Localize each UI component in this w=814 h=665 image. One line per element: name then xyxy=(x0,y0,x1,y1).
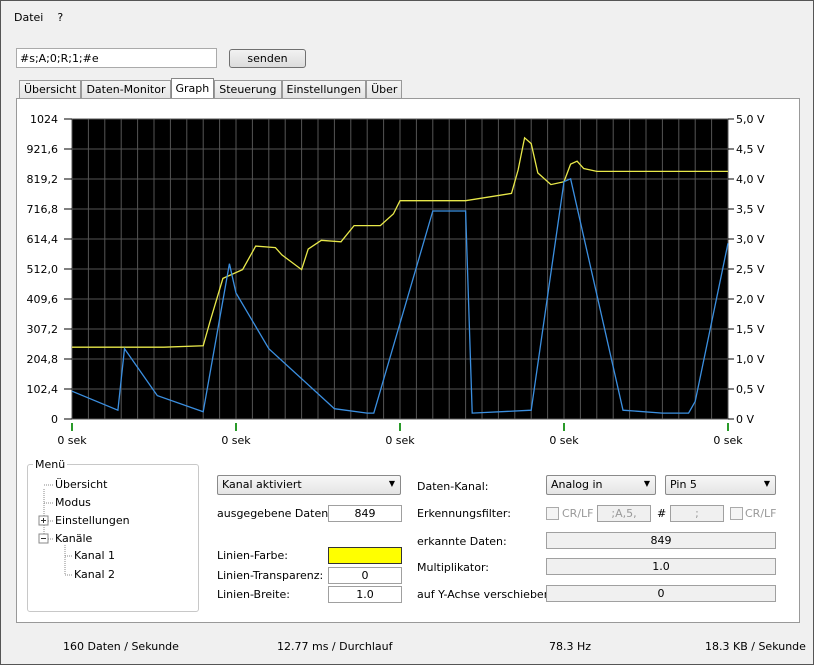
graph-chart: 1024 921,6 819,2 716,8 614,4 512,0 409,6 307,2 2… xyxy=(27,113,765,447)
y-right-tick-label: 2,5 V xyxy=(736,263,765,276)
tree-item-kanaele[interactable]: Kanäle xyxy=(55,532,92,545)
y-right-tick-label: 1,5 V xyxy=(736,323,765,336)
tree-item-modus[interactable]: Modus xyxy=(55,496,91,509)
status-throughput: 18.3 KB / Sekunde xyxy=(705,640,806,653)
crlf-label-end: CR/LF xyxy=(745,507,777,520)
tree-item-einstellungen[interactable]: Einstellungen xyxy=(55,514,130,527)
detected-value: 849 xyxy=(546,532,776,549)
filter-end-input[interactable]: ; xyxy=(670,505,724,522)
y-left-tick-label: 1024 xyxy=(30,113,58,126)
shift-label: auf Y-Achse verschieben: xyxy=(417,588,555,601)
y-right-tick-label: 3,5 V xyxy=(736,203,765,216)
chevron-down-icon: ▼ xyxy=(388,479,395,488)
filter-start-input[interactable]: ;A,5, xyxy=(597,505,651,522)
y-right-tick-label: 4,5 V xyxy=(736,143,765,156)
multiplier-input[interactable]: 1.0 xyxy=(546,558,776,575)
y-left-tick-label: 409,6 xyxy=(27,293,59,306)
x-tick-label: 0 sek xyxy=(549,434,579,447)
channel-status-value: Kanal aktiviert xyxy=(222,478,302,491)
line-width-input[interactable]: 1.0 xyxy=(328,586,402,603)
y-right-tick-label: 4,0 V xyxy=(736,173,765,186)
y-right-tick-label: 2,0 V xyxy=(736,293,765,306)
y-right-tick-label: 3,0 V xyxy=(736,233,765,246)
y-left-tick-label: 819,2 xyxy=(27,173,59,186)
crlf-label-start: CR/LF xyxy=(562,507,594,520)
y-right-tick-label: 5,0 V xyxy=(736,113,765,126)
y-left-tick-label: 716,8 xyxy=(27,203,59,216)
output-value: 849 xyxy=(328,505,402,522)
x-tick-label: 0 sek xyxy=(221,434,251,447)
y-left-tick-label: 614,4 xyxy=(27,233,59,246)
menu-groupbox xyxy=(27,464,199,612)
tree-item-kanal-2[interactable]: Kanal 2 xyxy=(74,568,115,581)
y-left-tick-label: 204,8 xyxy=(27,353,59,366)
hash-label: # xyxy=(657,507,667,520)
x-tick-label: 0 sek xyxy=(385,434,415,447)
y-right-tick-label: 0 V xyxy=(736,413,754,426)
crlf-checkbox-end[interactable] xyxy=(730,507,743,520)
line-transparency-input[interactable]: 0 xyxy=(328,567,402,584)
output-label: ausgegebene Daten: xyxy=(217,507,332,520)
y-left-tick-label: 102,4 xyxy=(27,383,59,396)
shift-input[interactable]: 0 xyxy=(546,585,776,602)
line-width-label: Linien-Breite: xyxy=(217,588,290,601)
status-cycle: 12.77 ms / Durchlauf xyxy=(277,640,393,653)
line-transparency-label: Linien-Transparenz: xyxy=(217,569,324,582)
pin-value: Pin 5 xyxy=(670,478,697,491)
channel-status-select[interactable]: Kanal aktiviert ▼ xyxy=(217,475,401,495)
y-left-tick-label: 512,0 xyxy=(27,263,59,276)
data-channel-value: Analog in xyxy=(551,478,603,491)
data-channel-label: Daten-Kanal: xyxy=(417,480,489,493)
data-channel-select[interactable]: Analog in ▼ xyxy=(546,475,656,495)
chevron-down-icon: ▼ xyxy=(643,479,650,488)
y-left-tick-label: 0 xyxy=(51,413,58,426)
app-window: Datei ? senden Übersicht Daten-Monitor G… xyxy=(0,0,814,665)
y-right-tick-label: 1,0 V xyxy=(736,353,765,366)
tree-item-uebersicht[interactable]: Übersicht xyxy=(55,478,107,491)
y-left-tick-label: 307,2 xyxy=(27,323,59,336)
y-left-tick-label: 921,6 xyxy=(27,143,59,156)
crlf-checkbox-start[interactable] xyxy=(546,507,559,520)
status-frequency: 78.3 Hz xyxy=(549,640,592,653)
y-right-tick-label: 0,5 V xyxy=(736,383,765,396)
x-tick-label: 0 sek xyxy=(713,434,743,447)
line-color-label: Linien-Farbe: xyxy=(217,549,288,562)
menu-groupbox-title: Menü xyxy=(33,458,68,471)
line-color-swatch[interactable] xyxy=(328,547,402,564)
status-rate: 160 Daten / Sekunde xyxy=(63,640,179,653)
chevron-down-icon: ▼ xyxy=(763,479,770,488)
pin-select[interactable]: Pin 5 ▼ xyxy=(665,475,776,495)
tree-item-kanal-1[interactable]: Kanal 1 xyxy=(74,549,115,562)
detected-label: erkannte Daten: xyxy=(417,535,507,548)
multiplier-label: Multiplikator: xyxy=(417,561,489,574)
x-tick-label: 0 sek xyxy=(57,434,87,447)
status-bar: 160 Daten / Sekunde 12.77 ms / Durchlauf… xyxy=(7,637,809,657)
filter-label: Erkennungsfilter: xyxy=(417,507,511,520)
